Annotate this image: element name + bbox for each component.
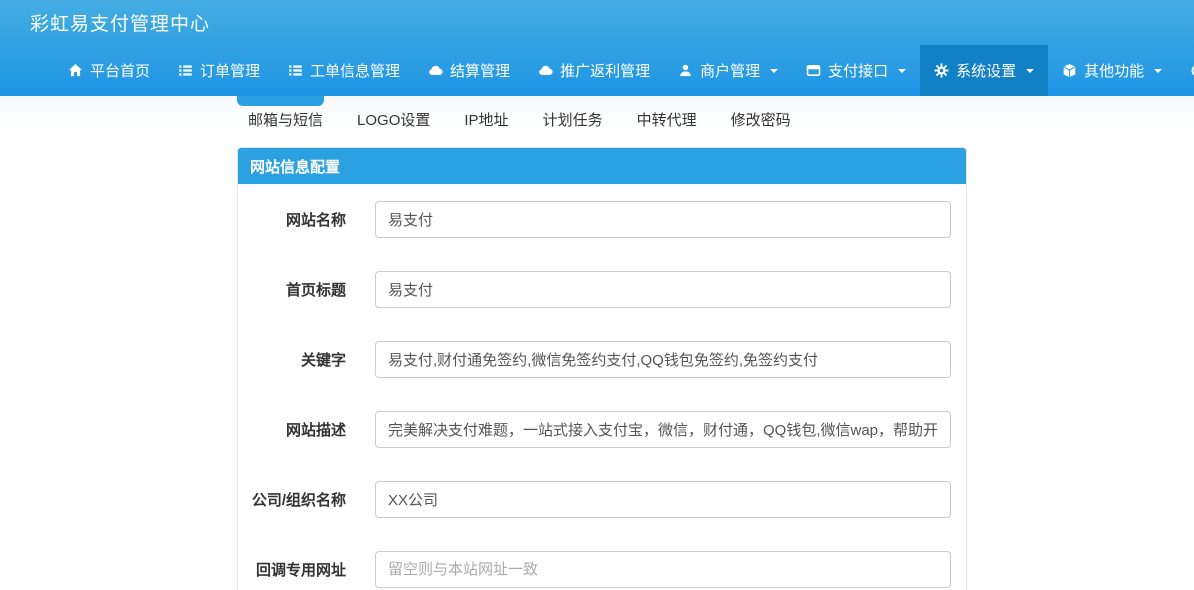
active-tab-indicator[interactable] (237, 96, 324, 106)
power-icon (1190, 63, 1194, 78)
form-row-site-name: 网站名称 (238, 201, 951, 238)
app-header: 彩虹易支付管理中心 平台首页 订单管理 工单信息管理 结算管理 (0, 0, 1194, 96)
form-row-callback-url: 回调专用网址 (238, 551, 951, 588)
card-icon (806, 63, 821, 78)
user-icon (678, 63, 693, 78)
tab-logo-settings[interactable]: LOGO设置 (357, 109, 430, 130)
nav-item-rebate[interactable]: 推广返利管理 (524, 45, 664, 96)
site-name-label: 网站名称 (238, 209, 346, 230)
list-icon (178, 63, 193, 78)
nav-item-label: 工单信息管理 (310, 60, 400, 81)
home-title-label: 首页标题 (238, 279, 346, 300)
site-description-label: 网站描述 (238, 419, 346, 440)
nav-item-label: 推广返利管理 (560, 60, 650, 81)
list-icon (288, 63, 303, 78)
app-title: 彩虹易支付管理中心 (30, 9, 210, 36)
panel-title: 网站信息配置 (238, 148, 966, 184)
chevron-down-icon (1154, 69, 1162, 73)
chevron-down-icon (1026, 69, 1034, 73)
tab-email-sms[interactable]: 邮箱与短信 (248, 109, 323, 130)
site-name-input[interactable] (375, 201, 951, 238)
site-info-panel: 网站信息配置 网站名称 首页标题 关键字 网站描述 公司/组织名称 回调专用网址 (237, 147, 967, 590)
company-name-input[interactable] (375, 481, 951, 518)
settings-subnav: 邮箱与短信 LOGO设置 IP地址 计划任务 中转代理 修改密码 (0, 96, 1194, 143)
nav-item-label: 平台首页 (90, 60, 150, 81)
form-row-home-title: 首页标题 (238, 271, 951, 308)
nav-item-logout[interactable]: 退出登录 (1176, 45, 1194, 96)
form-row-keywords: 关键字 (238, 341, 951, 378)
nav-item-label: 订单管理 (200, 60, 260, 81)
company-name-label: 公司/组织名称 (238, 489, 346, 510)
nav-item-settlement[interactable]: 结算管理 (414, 45, 524, 96)
site-description-input[interactable] (375, 411, 951, 448)
tab-cron-tasks[interactable]: 计划任务 (543, 109, 603, 130)
nav-item-tickets[interactable]: 工单信息管理 (274, 45, 414, 96)
cube-icon (1062, 63, 1077, 78)
main-nav: 平台首页 订单管理 工单信息管理 结算管理 推广返利管理 (0, 45, 1194, 96)
nav-item-other-functions[interactable]: 其他功能 (1048, 45, 1176, 96)
callback-url-label: 回调专用网址 (238, 559, 346, 580)
nav-item-system-settings[interactable]: 系统设置 (920, 45, 1048, 96)
keywords-input[interactable] (375, 341, 951, 378)
callback-url-input[interactable] (375, 551, 951, 588)
form-row-site-description: 网站描述 (238, 411, 951, 448)
nav-item-payment-api[interactable]: 支付接口 (792, 45, 920, 96)
nav-item-merchants[interactable]: 商户管理 (664, 45, 792, 96)
brand-row: 彩虹易支付管理中心 (0, 0, 1194, 45)
nav-item-label: 商户管理 (700, 60, 760, 81)
nav-item-label: 系统设置 (956, 60, 1016, 81)
cloud-icon (538, 63, 553, 78)
gear-icon (934, 63, 949, 78)
tab-relay-proxy[interactable]: 中转代理 (637, 109, 697, 130)
tab-change-password[interactable]: 修改密码 (731, 109, 791, 130)
nav-item-orders[interactable]: 订单管理 (164, 45, 274, 96)
home-title-input[interactable] (375, 271, 951, 308)
form-row-company-name: 公司/组织名称 (238, 481, 951, 518)
nav-item-label: 结算管理 (450, 60, 510, 81)
chevron-down-icon (898, 69, 906, 73)
home-icon (68, 63, 83, 78)
tab-ip-address[interactable]: IP地址 (464, 109, 508, 130)
chevron-down-icon (770, 69, 778, 73)
keywords-label: 关键字 (238, 349, 346, 370)
nav-item-label: 其他功能 (1084, 60, 1144, 81)
cloud-icon (428, 63, 443, 78)
nav-item-platform-home[interactable]: 平台首页 (54, 45, 164, 96)
site-info-form: 网站名称 首页标题 关键字 网站描述 公司/组织名称 回调专用网址 (238, 184, 966, 590)
nav-item-label: 支付接口 (828, 60, 888, 81)
